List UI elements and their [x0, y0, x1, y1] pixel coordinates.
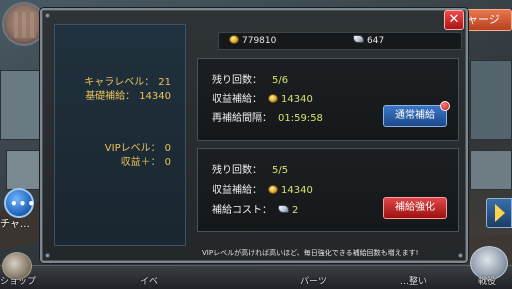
nav-item-parts[interactable]: パーツ	[300, 274, 327, 287]
coin-value: 779810	[242, 36, 277, 46]
background-building	[470, 60, 512, 140]
remaining-row: 残り回数： 5/6	[212, 71, 288, 86]
coin-icon	[268, 94, 278, 103]
remaining-value: 5/6	[272, 75, 289, 86]
chat-button[interactable]: ••• チャ…	[0, 188, 40, 230]
income-value: 14340	[281, 94, 313, 105]
rivet	[458, 253, 463, 258]
gem-icon	[278, 205, 289, 213]
income-row: 収益補給： 14340	[212, 90, 313, 105]
coin-balance: 779810	[229, 35, 276, 46]
remaining-row: 残り回数： 5/5	[212, 161, 288, 176]
close-button[interactable]: ✕	[444, 10, 464, 30]
vip-notice: VIPレベルが高ければ高いほど、毎日強化できる補給回数も増えます!	[202, 249, 419, 257]
chara-level-row: キャラレベル： 21	[84, 73, 171, 88]
supply-dialog: キャラレベル： 21 基礎補給： 14340 VIPレベル： 0 収益＋： 0 7798…	[40, 8, 468, 263]
boost-supply-panel: 残り回数： 5/5 収益補給： 14340 補給コスト： 2 補給強化	[197, 148, 459, 232]
normal-supply-button[interactable]: 通常補給	[383, 101, 450, 127]
vip-level-row: VIPレベル： 0	[105, 139, 171, 154]
gem-icon	[353, 35, 364, 43]
remaining-label: 残り回数：	[212, 165, 262, 176]
base-supply-label: 基礎補給：	[85, 91, 136, 102]
cost-value: 2	[292, 205, 299, 216]
boost-supply-button[interactable]: 補給強化	[383, 197, 447, 219]
cost-label: 補給コスト：	[212, 205, 272, 216]
income-row: 収益補給： 14340	[212, 181, 313, 196]
nav-item-shop[interactable]: ショップ	[0, 274, 36, 287]
normal-supply-panel: 残り回数： 5/6 収益補給： 14340 再補給間隔： 01:59:58 通常補給	[197, 58, 459, 141]
interval-value: 01:59:58	[278, 113, 323, 124]
income-value: 14340	[281, 185, 313, 196]
expand-right-button[interactable]	[486, 198, 512, 228]
remaining-label: 残り回数：	[212, 75, 262, 86]
background-building	[0, 70, 40, 140]
interval-label: 再補給間隔：	[212, 113, 272, 124]
revenue-plus-row: 収益＋： 0	[121, 153, 171, 168]
chat-dots: •••	[10, 197, 37, 211]
remaining-value: 5/5	[272, 165, 289, 176]
income-label: 収益補給：	[212, 94, 262, 105]
background-building	[6, 150, 40, 190]
revenue-plus-label: 収益＋：	[120, 157, 161, 168]
revenue-plus-value: 0	[164, 157, 171, 168]
cost-row: 補給コスト： 2	[212, 201, 298, 216]
base-supply-row: 基礎補給： 14340	[85, 87, 171, 102]
income-label: 収益補給：	[212, 185, 262, 196]
chat-label: チャ…	[0, 219, 30, 230]
rivet	[45, 253, 50, 258]
bottom-nav: ショップ イベ パーツ …整い 戦役	[0, 246, 512, 289]
notification-dot-icon	[440, 101, 450, 111]
background-building	[470, 150, 512, 190]
status-panel: キャラレベル： 21 基礎補給： 14340 VIPレベル： 0 収益＋： 0	[54, 24, 186, 246]
charge-label: ャージ	[467, 13, 500, 26]
boost-supply-label: 補給強化	[395, 202, 435, 213]
arrow-right-icon	[495, 204, 505, 222]
nav-item-event[interactable]: イベ	[140, 274, 158, 287]
base-supply-value: 14340	[139, 91, 171, 102]
coin-icon	[268, 185, 278, 194]
interval-row: 再補給間隔： 01:59:58	[212, 109, 323, 124]
coin-icon	[229, 35, 239, 44]
gem-balance: 647	[353, 35, 384, 46]
currency-bar: 779810 647	[218, 32, 462, 50]
nav-item-battle[interactable]: 戦役	[478, 274, 496, 287]
nav-item-arrange[interactable]: …整い	[400, 274, 427, 287]
normal-supply-label: 通常補給	[395, 110, 435, 121]
gem-value: 647	[367, 36, 385, 46]
rivet	[45, 13, 50, 18]
